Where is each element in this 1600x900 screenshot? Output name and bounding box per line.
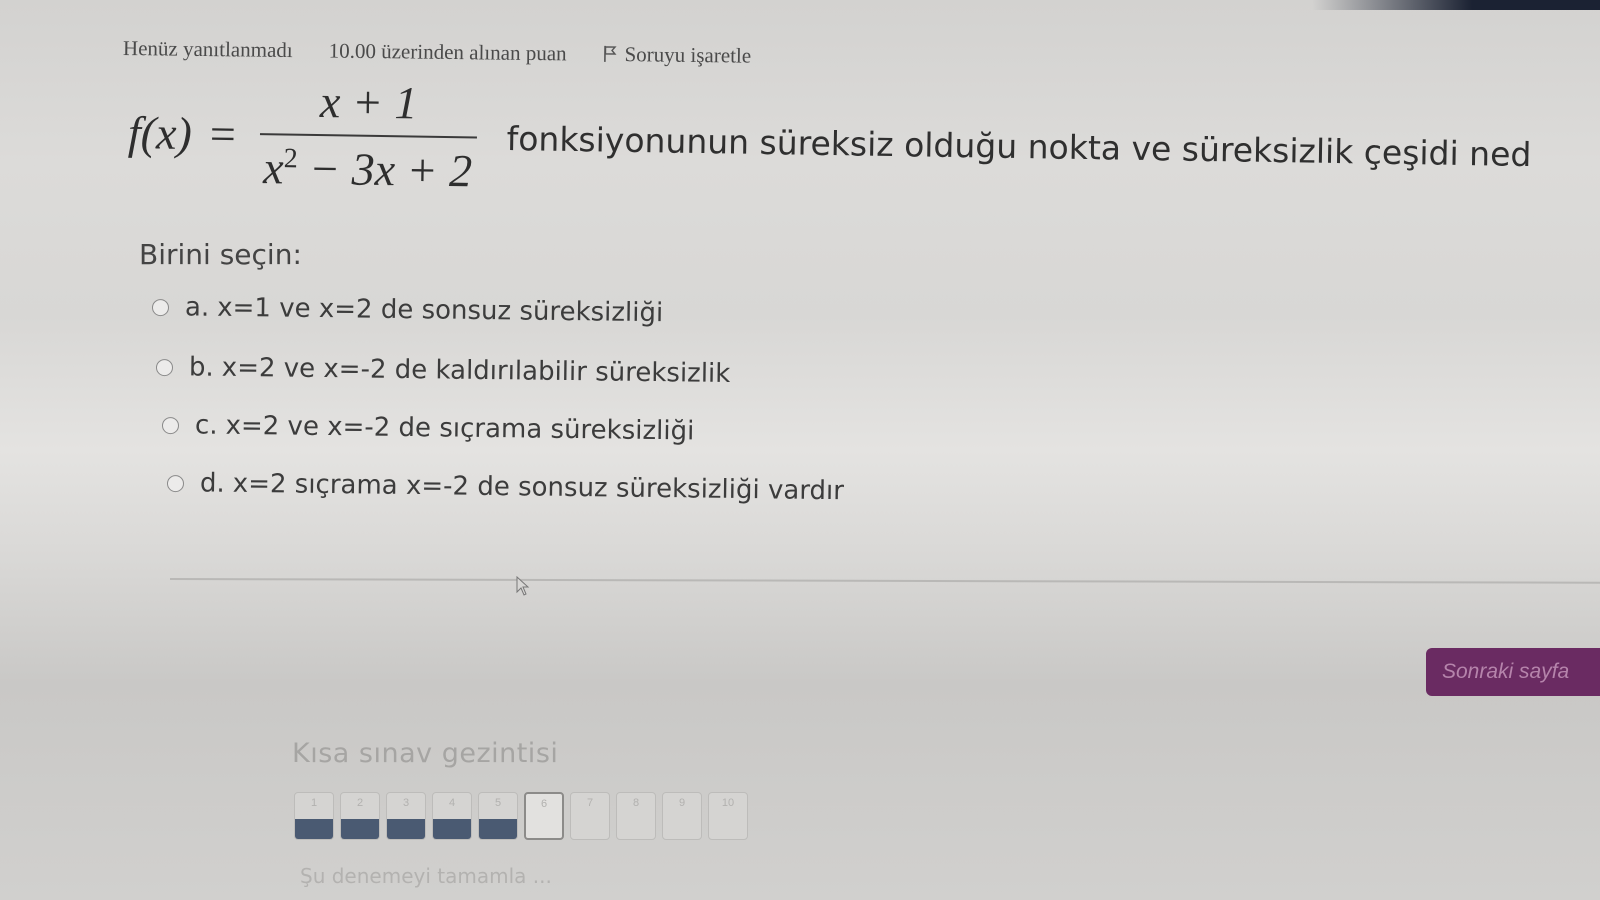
option-letter: c. (194, 410, 218, 441)
quiz-nav-button[interactable]: 4 (432, 792, 472, 840)
quiz-nav-button[interactable]: 7 (570, 792, 610, 840)
quiz-nav-button[interactable]: 1 (294, 792, 334, 840)
quiz-nav-button[interactable]: 2 (340, 792, 380, 840)
mouse-cursor-icon (516, 575, 530, 601)
quiz-navigation-title: Kısa sınav gezintisi (292, 738, 559, 769)
question-text: f(x) = x + 1 x2 − 3x + 2 fonksiyonunun s… (127, 72, 1532, 214)
denominator-rest: − 3x + 2 (297, 142, 473, 197)
option-letter: d. (199, 468, 225, 499)
formula-fraction: x + 1 x2 − 3x + 2 (258, 74, 478, 198)
points-label: 10.00 üzerinden alınan puan (328, 38, 567, 66)
option-c[interactable]: c. x=2 ve x=-2 de sıçrama süreksizliği (161, 410, 695, 447)
next-page-button[interactable]: Sonraki sayfa (1426, 648, 1600, 696)
radio-button[interactable] (155, 358, 174, 376)
option-a[interactable]: a. x=1 ve x=2 de sonsuz süreksizliği (151, 292, 664, 329)
question-info-bar: Henüz yanıtlanmadı 10.00 üzerinden alına… (123, 36, 751, 69)
section-divider (169, 578, 1600, 584)
option-text: x=2 ve x=-2 de sıçrama süreksizliği (225, 410, 695, 447)
denominator-base: x (262, 142, 285, 194)
flag-question-label: Soruyu işaretle (624, 42, 752, 68)
function-formula: f(x) = x + 1 x2 − 3x + 2 (127, 72, 478, 198)
finish-attempt-link[interactable]: Şu denemeyi tamamla ... (300, 864, 552, 888)
quiz-navigation-grid: 1 2 3 4 5 6 7 8 9 10 (294, 792, 748, 840)
option-b[interactable]: b. x=2 ve x=-2 de kaldırılabilir süreksi… (155, 352, 731, 390)
quiz-nav-button[interactable]: 6 (524, 792, 564, 840)
formula-lhs: f(x) (127, 106, 193, 159)
option-text: x=2 ve x=-2 de kaldırılabilir süreksizli… (221, 352, 731, 390)
radio-button[interactable] (151, 298, 170, 316)
quiz-nav-button[interactable]: 9 (662, 792, 702, 840)
flag-question-link[interactable]: Soruyu işaretle (602, 42, 751, 69)
answer-status: Henüz yanıtlanmadı (122, 36, 293, 63)
formula-denominator: x2 − 3x + 2 (258, 133, 477, 198)
quiz-nav-button[interactable]: 8 (616, 792, 656, 840)
radio-button[interactable] (166, 474, 185, 492)
quiz-nav-button[interactable]: 5 (478, 792, 518, 840)
choose-one-label: Birini seçin: (139, 238, 302, 271)
option-d[interactable]: d. x=2 sıçrama x=-2 de sonsuz süreksizli… (166, 468, 845, 507)
formula-equals: = (209, 107, 237, 160)
question-sentence: fonksiyonunun süreksiz olduğu nokta ve s… (506, 118, 1532, 174)
option-letter: b. (188, 352, 214, 383)
formula-numerator: x + 1 (319, 76, 418, 129)
quiz-nav-button[interactable]: 10 (708, 792, 748, 840)
option-letter: a. (184, 292, 210, 323)
denominator-exponent: 2 (283, 143, 299, 175)
option-text: x=1 ve x=2 de sonsuz süreksizliği (217, 292, 664, 329)
flag-icon (602, 44, 617, 62)
radio-button[interactable] (161, 416, 180, 434)
top-strip (0, 0, 1600, 10)
option-text: x=2 sıçrama x=-2 de sonsuz süreksizliği … (232, 468, 845, 507)
quiz-nav-button[interactable]: 3 (386, 792, 426, 840)
